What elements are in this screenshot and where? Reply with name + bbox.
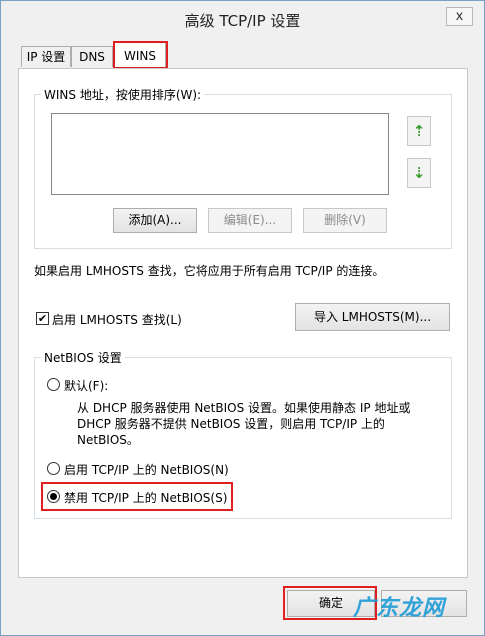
- netbios-default-desc-line1: 从 DHCP 服务器使用 NetBIOS 设置。如果使用静态 IP 地址或: [77, 401, 411, 415]
- netbios-default-radio[interactable]: [47, 378, 60, 391]
- netbios-default-desc-line3: NetBIOS。: [77, 433, 139, 447]
- close-button[interactable]: x: [446, 7, 473, 26]
- netbios-group-title: NetBIOS 设置: [41, 349, 125, 366]
- tab-wins[interactable]: WINS: [114, 42, 166, 69]
- title-bar: 高级 TCP/IP 设置 x: [1, 1, 484, 37]
- netbios-enable-radio[interactable]: [47, 462, 60, 475]
- wins-address-list[interactable]: [51, 113, 389, 195]
- netbios-default-desc-line2: DHCP 服务器不提供 NetBIOS 设置，则启用 TCP/IP 上的: [77, 417, 385, 431]
- lmhosts-info-text: 如果启用 LMHOSTS 查找，它将应用于所有启用 TCP/IP 的连接。: [34, 264, 385, 278]
- netbios-disable-label[interactable]: 禁用 TCP/IP 上的 NetBIOS(S): [64, 489, 227, 506]
- dialog-title: 高级 TCP/IP 设置: [184, 12, 301, 30]
- arrow-down-icon: ⇣: [412, 164, 426, 182]
- advanced-tcpip-dialog: 高级 TCP/IP 设置 x IP 设置 DNS WINS WINS 地址，按使…: [0, 0, 485, 636]
- tab-ip-settings[interactable]: IP 设置: [21, 46, 71, 67]
- netbios-disable-radio[interactable]: [47, 490, 60, 503]
- lmhosts-checkbox-label[interactable]: 启用 LMHOSTS 查找(L): [52, 311, 182, 328]
- checkmark-icon: ✔: [37, 312, 48, 325]
- watermark-logo: 广东龙网: [353, 596, 446, 621]
- import-lmhosts-button[interactable]: 导入 LMHOSTS(M)...: [295, 303, 450, 331]
- tab-dns[interactable]: DNS: [71, 46, 113, 67]
- edit-button[interactable]: 编辑(E)...: [208, 208, 292, 233]
- add-button[interactable]: 添加(A)...: [113, 208, 197, 233]
- move-down-button[interactable]: ⇣: [407, 158, 431, 188]
- move-up-button[interactable]: ⇡: [407, 116, 431, 146]
- netbios-default-label[interactable]: 默认(F):: [64, 377, 108, 394]
- remove-button[interactable]: 删除(V): [303, 208, 387, 233]
- arrow-up-icon: ⇡: [412, 122, 426, 140]
- lmhosts-checkbox[interactable]: ✔: [36, 312, 49, 325]
- wins-group-title: WINS 地址，按使用排序(W):: [41, 86, 205, 103]
- netbios-enable-label[interactable]: 启用 TCP/IP 上的 NetBIOS(N): [64, 461, 229, 478]
